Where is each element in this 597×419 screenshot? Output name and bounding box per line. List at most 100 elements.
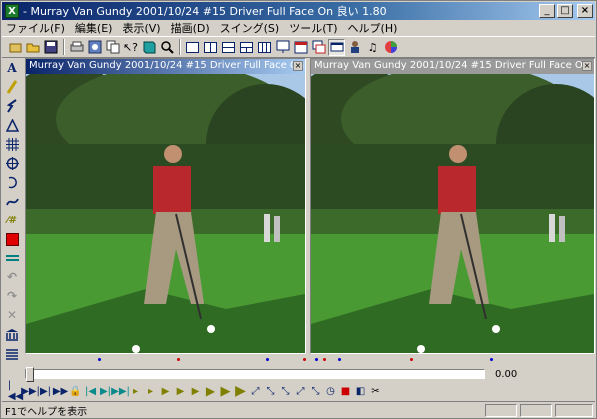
toolbar-separator [179, 39, 181, 55]
timer-icon[interactable]: ◷ [324, 384, 337, 398]
curve-tool-icon[interactable] [3, 192, 21, 210]
video-camera-icon[interactable]: ■ [339, 384, 352, 398]
book-icon[interactable] [140, 39, 157, 56]
status-bar: F1でヘルプを表示 [2, 401, 595, 418]
pane-title-left[interactable]: Murray Van Gundy 2001/10/24 #15 Driver F… [26, 59, 305, 74]
lock-icon[interactable]: 🔒 [69, 384, 82, 398]
golf-swing-video[interactable] [26, 74, 305, 353]
delete-icon[interactable]: ✕ [3, 306, 21, 324]
library-icon[interactable] [3, 325, 21, 343]
person-icon[interactable] [346, 39, 363, 56]
grid-tool-icon[interactable] [3, 135, 21, 153]
line-style-icon[interactable] [3, 249, 21, 267]
color-red-swatch-icon[interactable] [3, 230, 21, 248]
toolbar-separator [63, 39, 65, 55]
copy-icon[interactable] [104, 39, 121, 56]
layout-grid-icon[interactable] [256, 39, 273, 56]
fast-forward-icon[interactable]: ▶▶| [111, 384, 130, 398]
prev-key-icon[interactable]: ▶▶| [21, 384, 40, 398]
save-icon[interactable] [42, 39, 59, 56]
step-forward-icon[interactable]: ▶| [99, 384, 112, 398]
play-icon[interactable]: ▶ [234, 383, 247, 399]
minimize-button[interactable]: _ [539, 4, 555, 18]
play-speed-5-icon[interactable]: ▶ [189, 384, 202, 398]
text-tool-icon[interactable]: A [3, 59, 21, 77]
play-speed-4-icon[interactable]: ▶ [174, 384, 187, 398]
open-folder-icon[interactable] [24, 39, 41, 56]
timeline-thumb[interactable] [26, 367, 34, 382]
pane-title-right[interactable]: Murray Van Gundy 2001/10/24 #15 Driver F… [311, 59, 594, 74]
zoom-icon[interactable] [158, 39, 175, 56]
play-speed-3-icon[interactable]: ▶ [159, 384, 172, 398]
play-speed-2-icon[interactable]: ▸ [144, 384, 157, 398]
layout-vertical-split-icon[interactable] [202, 39, 219, 56]
keyframe-marker[interactable] [303, 358, 306, 361]
color-wheel-icon[interactable] [382, 39, 399, 56]
keyframe-markers [25, 356, 595, 364]
maximize-button[interactable]: □ [557, 4, 573, 18]
stack-icon[interactable] [3, 344, 21, 362]
menu-swing[interactable]: スイング(S) [220, 20, 280, 36]
play-speed-7-icon[interactable]: ▶ [219, 384, 232, 399]
keyframe-marker[interactable] [98, 358, 101, 361]
keyframe-marker[interactable] [323, 358, 326, 361]
next-key-icon[interactable]: ▶| [39, 384, 52, 398]
keyframe-marker[interactable] [177, 358, 180, 361]
timeline-slider: 0.00 [25, 366, 595, 382]
title-bar[interactable]: X - Murray Van Gundy 2001/10/24 #15 Driv… [2, 2, 595, 20]
keyframe-marker[interactable] [266, 358, 269, 361]
golf-swing-video[interactable] [311, 74, 594, 353]
club-path-icon[interactable]: ⤡ [264, 384, 277, 398]
close-button[interactable]: × [577, 4, 593, 18]
angle-measure-icon[interactable]: ⁄# [3, 211, 21, 229]
menu-tools[interactable]: ツール(T) [289, 20, 337, 36]
menu-edit[interactable]: 編集(E) [75, 20, 113, 36]
video-pane-left[interactable]: Murray Van Gundy 2001/10/24 #15 Driver F… [25, 58, 306, 354]
redo-icon[interactable]: ↷ [3, 287, 21, 305]
keyframe-marker[interactable] [410, 358, 413, 361]
freehand-line-icon[interactable] [3, 97, 21, 115]
monitor-icon[interactable] [274, 39, 291, 56]
pane-title-text: Murray Van Gundy 2001/10/24 #15 Driver F… [29, 60, 305, 71]
swing-overlay-icon[interactable]: ⤡ [309, 384, 322, 398]
pane-close-icon[interactable]: × [582, 61, 592, 71]
cube-icon[interactable]: ◧ [354, 384, 367, 398]
menu-draw[interactable]: 描画(D) [171, 20, 210, 36]
music-note-icon[interactable]: ♫ [364, 39, 381, 56]
keyframe-marker[interactable] [315, 358, 318, 361]
triangle-icon[interactable] [3, 116, 21, 134]
club-angle-icon[interactable]: ⤢ [249, 384, 262, 398]
step-back-icon[interactable]: |◀ [84, 384, 97, 398]
menu-help[interactable]: ヘルプ(H) [348, 20, 398, 36]
menu-view[interactable]: 表示(V) [122, 20, 160, 36]
new-file-icon[interactable] [6, 39, 23, 56]
arc-tool-icon[interactable] [3, 173, 21, 191]
playback-bar-toggle-icon[interactable] [328, 38, 345, 56]
pencil-icon[interactable] [3, 78, 21, 96]
keyframe-marker[interactable] [490, 358, 493, 361]
layout-horizontal-split-icon[interactable] [220, 39, 237, 56]
undo-icon[interactable]: ↶ [3, 268, 21, 286]
export-icon[interactable] [86, 39, 103, 56]
loop-icon[interactable]: ▶▶ [53, 384, 68, 398]
circle-tool-icon[interactable] [3, 154, 21, 172]
calendar-icon[interactable] [292, 39, 309, 56]
play-speed-6-icon[interactable]: ▶ [204, 384, 217, 398]
play-speed-1-icon[interactable]: ▸ [129, 384, 142, 398]
window-cascade-icon[interactable] [310, 39, 327, 56]
swing-plane-icon[interactable]: ⤡ [279, 384, 292, 398]
layout-single-icon[interactable] [184, 39, 201, 56]
pane-close-icon[interactable]: × [293, 61, 303, 71]
print-icon[interactable] [68, 39, 85, 56]
status-panel [520, 404, 552, 417]
video-pane-right[interactable]: Murray Van Gundy 2001/10/24 #15 Driver F… [310, 58, 595, 354]
context-help-icon[interactable]: ↖? [122, 39, 139, 56]
scissors-icon[interactable]: ✂ [369, 384, 382, 398]
timeline-track[interactable] [25, 367, 485, 382]
swing-compare-icon[interactable]: ⤢ [294, 384, 307, 398]
layout-quad-icon[interactable] [238, 39, 255, 56]
first-frame-icon[interactable]: |◀◀ [8, 380, 23, 402]
keyframe-marker[interactable] [338, 358, 341, 361]
menu-file[interactable]: ファイル(F) [6, 20, 65, 36]
app-icon[interactable]: X [5, 4, 19, 18]
